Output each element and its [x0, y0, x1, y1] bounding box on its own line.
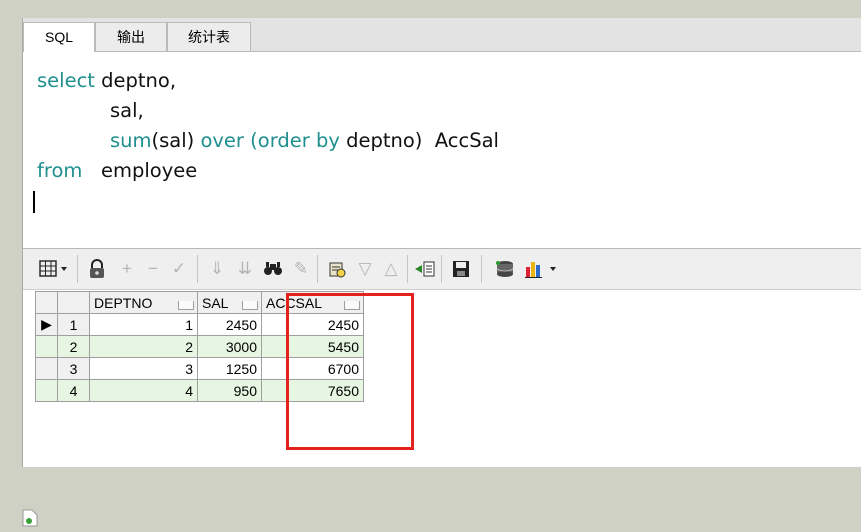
toolbar-separator	[77, 255, 78, 283]
toolbar-separator	[481, 255, 482, 283]
tab-bar: SQL 输出 统计表	[23, 18, 861, 52]
cell-sal[interactable]: 2450	[197, 313, 262, 336]
editor-line-3: sum(sal) over (order by deptno) AccSal	[110, 126, 499, 156]
column-header-deptno[interactable]: DEPTNO	[89, 291, 198, 314]
filter-clear-icon[interactable]: ⇊	[233, 257, 257, 281]
editor-line-2: sal,	[110, 96, 144, 126]
tab-stats[interactable]: 统计表	[167, 22, 251, 51]
cell-sal[interactable]: 1250	[197, 357, 262, 380]
cell-sal[interactable]: 950	[197, 379, 262, 402]
tab-output[interactable]: 输出	[95, 22, 167, 51]
sort-down-icon[interactable]: ▽	[353, 257, 377, 281]
column-header-sal[interactable]: SAL	[197, 291, 262, 314]
row-number[interactable]: 2	[57, 335, 90, 358]
tab-sql[interactable]: SQL	[23, 22, 95, 52]
row-number[interactable]: 3	[57, 357, 90, 380]
row-indicator	[35, 357, 58, 380]
keyword-select: select	[37, 69, 95, 92]
highlight-box	[286, 293, 414, 450]
corner-cell	[35, 291, 58, 314]
row-number[interactable]: 4	[57, 379, 90, 402]
identifier-sal: sal,	[110, 99, 144, 122]
remove-icon[interactable]: −	[141, 257, 165, 281]
identifier-deptno: deptno,	[94, 69, 177, 92]
sort-up-icon[interactable]: △	[379, 257, 403, 281]
editor-line-1: select deptno,	[37, 66, 176, 96]
chart-icon[interactable]	[523, 257, 563, 281]
rownum-header	[57, 291, 90, 314]
toolbar-separator	[407, 255, 408, 283]
identifier-accsal: deptno) AccSal	[339, 129, 499, 152]
result-grid[interactable]: DEPTNO SAL ACCSAL ▶ 1 1 2450 2450 2 2 30…	[35, 291, 861, 467]
filter-icon[interactable]: ⇓	[205, 257, 229, 281]
row-indicator	[35, 335, 58, 358]
cell-deptno[interactable]: 4	[89, 379, 198, 402]
function-arg: (sal)	[151, 129, 195, 152]
row-number[interactable]: 1	[57, 313, 90, 336]
identifier-employee: employee	[82, 159, 198, 182]
export-icon[interactable]	[413, 257, 437, 281]
cell-deptno[interactable]: 1	[89, 313, 198, 336]
row-indicator	[35, 379, 58, 402]
current-row-indicator: ▶	[35, 313, 58, 336]
column-menu-icon[interactable]	[178, 301, 194, 310]
add-icon[interactable]: +	[115, 257, 139, 281]
db-icon[interactable]	[493, 257, 517, 281]
toolbar-separator	[317, 255, 318, 283]
text-caret	[33, 191, 35, 213]
cell-deptno[interactable]: 3	[89, 357, 198, 380]
cell-sal[interactable]: 3000	[197, 335, 262, 358]
function-sum: sum	[110, 129, 152, 152]
column-menu-icon[interactable]	[242, 301, 258, 310]
lock-icon[interactable]	[85, 257, 109, 281]
keyword-order-by: (order by	[250, 129, 340, 152]
keyword-over: over	[194, 129, 251, 152]
editor-line-4: from employee	[37, 156, 197, 186]
pen-icon[interactable]: ✎	[289, 257, 313, 281]
find-icon[interactable]	[261, 257, 285, 281]
query-icon[interactable]	[325, 257, 349, 281]
toolbar-separator	[441, 255, 442, 283]
save-icon[interactable]	[449, 257, 473, 281]
keyword-from: from	[37, 159, 83, 182]
sql-editor[interactable]: select deptno, sal, sum(sal) over (order…	[23, 52, 861, 249]
sql-window: SQL 输出 统计表 select deptno, sal, sum(sal) …	[22, 18, 861, 467]
grid-options-icon[interactable]	[37, 257, 71, 281]
grid-toolbar: + − ✓ ⇓ ⇊ ✎ ▽ △	[23, 249, 861, 290]
broken-image-icon	[22, 509, 38, 527]
cell-deptno[interactable]: 2	[89, 335, 198, 358]
toolbar-separator	[197, 255, 198, 283]
check-icon[interactable]: ✓	[167, 257, 191, 281]
